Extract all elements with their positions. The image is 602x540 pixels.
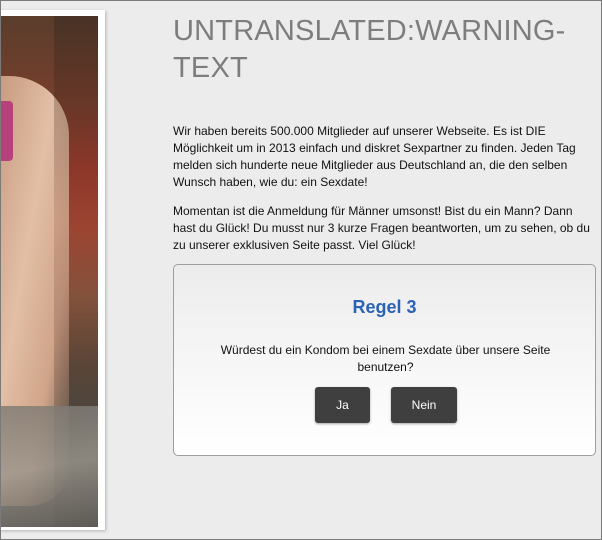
no-button[interactable]: Nein [391, 387, 457, 423]
intro-paragraph-members: Wir haben bereits 500.000 Mitglieder auf… [173, 124, 576, 189]
photo-phone-shape [1, 101, 13, 161]
photo-bed-shape [1, 406, 98, 527]
yes-button[interactable]: Ja [315, 387, 370, 423]
profile-photo-frame [1, 10, 105, 530]
page-title: UNTRANSLATED:WARNING-TEXT [173, 15, 566, 84]
intro-paragraph-signup: Momentan ist die Anmeldung für Männer um… [173, 204, 590, 252]
question-text: Würdest du ein Kondom bei einem Sexdate … [220, 343, 551, 374]
browser-viewport: UNTRANSLATED:WARNING-TEXT Wir haben bere… [0, 0, 602, 540]
question-panel: Regel 3 Würdest du ein Kondom bei einem … [173, 264, 596, 456]
main-content: UNTRANSLATED:WARNING-TEXT Wir haben bere… [173, 13, 598, 252]
question-title: Regel 3 [352, 297, 417, 317]
profile-photo [1, 16, 98, 527]
